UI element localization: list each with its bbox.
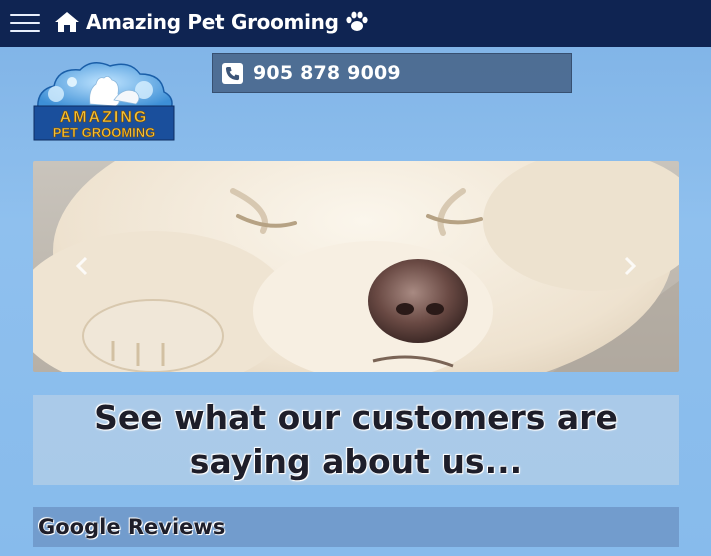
google-reviews-section: Google Reviews [33,507,679,547]
top-nav-bar: Amazing Pet Grooming [0,0,711,47]
home-icon [55,12,79,32]
chevron-left-icon [75,256,88,276]
logo-line2: PET GROOMING [53,125,156,140]
phone-icon [222,62,243,84]
carousel-prev-button[interactable] [67,251,97,281]
testimonials-heading: See what our customers are saying about … [94,398,618,481]
carousel-next-button[interactable] [615,251,645,281]
logo-line1: AMAZING [60,109,149,126]
phone-number: 905 878 9009 [253,62,401,84]
phone-call-button[interactable]: 905 878 9009 [212,53,572,93]
hamburger-menu-icon[interactable] [10,12,40,34]
carousel-slide-image [33,161,679,372]
brand-title: Amazing Pet Grooming [86,10,339,34]
chevron-right-icon [624,256,637,276]
testimonials-section: See what our customers are saying about … [33,395,679,485]
site-logo[interactable]: AMAZING PET GROOMING [32,60,176,142]
brand-link[interactable]: Amazing Pet Grooming [54,6,369,38]
google-reviews-heading: Google Reviews [38,515,226,539]
paw-icon [345,11,368,31]
image-carousel[interactable] [33,161,679,372]
